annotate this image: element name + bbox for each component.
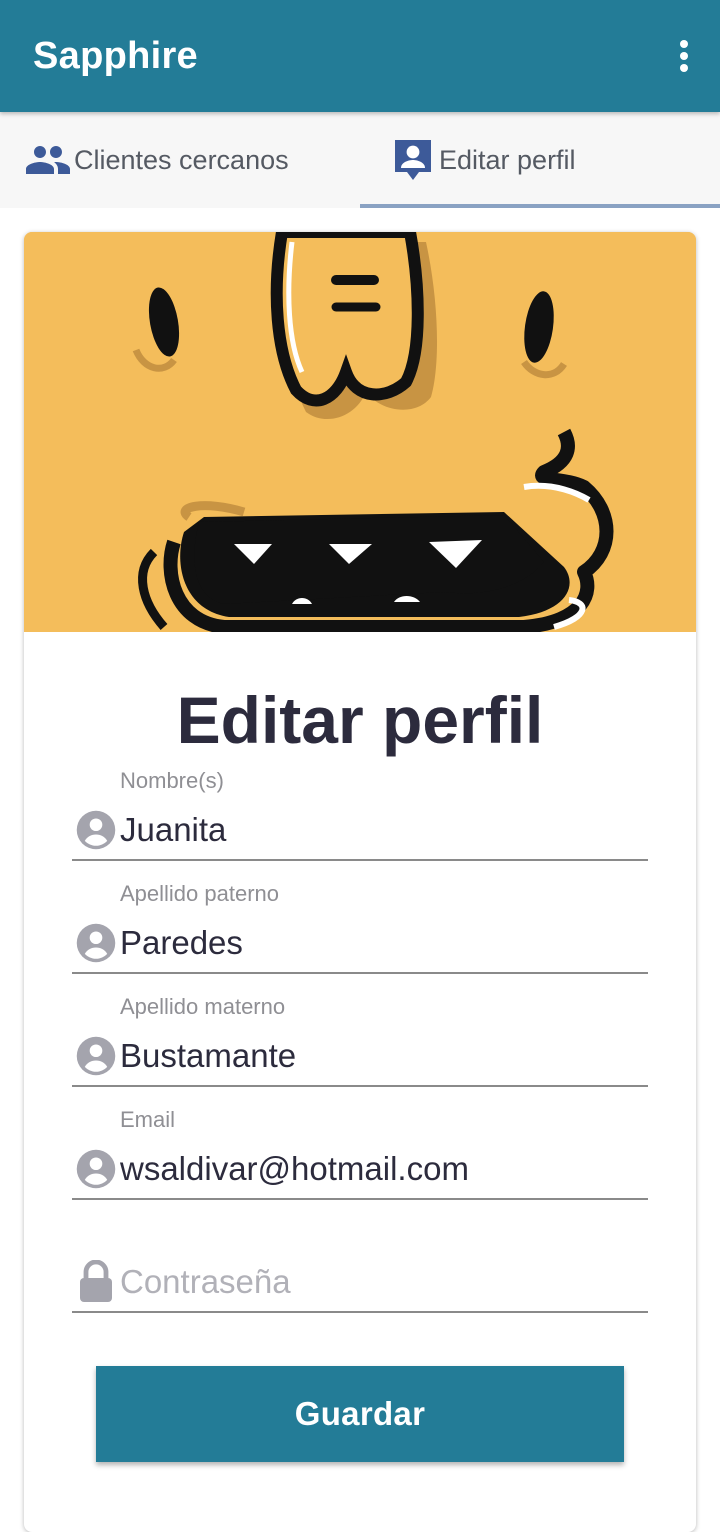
app-bar: Sapphire [0, 0, 720, 112]
tab-editar-perfil[interactable]: Editar perfil [360, 112, 720, 208]
hero-illustration [24, 232, 696, 632]
account-circle-icon [74, 1147, 118, 1191]
field-label: Nombre(s) [120, 768, 224, 793]
first-name-input[interactable] [120, 806, 640, 854]
form-title: Editar perfil [176, 683, 544, 757]
field-label: Apellido materno [120, 994, 286, 1019]
field-underline [72, 1085, 648, 1087]
people-icon [24, 136, 72, 184]
maternal-surname-field: Apellido materno [72, 994, 648, 1094]
field-underline [72, 859, 648, 861]
email-input[interactable] [120, 1145, 640, 1193]
account-circle-icon [74, 1034, 118, 1078]
lock-icon [74, 1260, 118, 1304]
account-circle-icon [74, 808, 118, 852]
paternal-surname-field: Apellido paterno [72, 881, 648, 981]
field-label: Email [120, 1107, 176, 1132]
field-underline [72, 1311, 648, 1313]
field-underline [72, 1198, 648, 1200]
tab-label: Editar perfil [439, 144, 576, 175]
account-circle-icon [74, 921, 118, 965]
profile-card: Editar perfil Nombre(s) Apellido paterno… [24, 232, 696, 1532]
app-title: Sapphire [33, 34, 198, 77]
field-underline [72, 972, 648, 974]
password-input[interactable] [120, 1258, 640, 1306]
email-field: Email [72, 1107, 648, 1207]
paternal-surname-input[interactable] [120, 919, 640, 967]
first-name-field: Nombre(s) [72, 768, 648, 868]
maternal-surname-input[interactable] [120, 1032, 640, 1080]
tab-bar: Clientes cercanos Editar perfil [0, 112, 720, 208]
field-label: Apellido paterno [120, 881, 280, 906]
tab-label: Clientes cercanos [74, 144, 289, 175]
account-box-icon [389, 136, 437, 184]
more-vertical-icon[interactable] [672, 36, 696, 76]
tab-clientes-cercanos[interactable]: Clientes cercanos [0, 112, 360, 208]
password-field [72, 1220, 648, 1320]
save-button[interactable]: Guardar [96, 1366, 624, 1462]
